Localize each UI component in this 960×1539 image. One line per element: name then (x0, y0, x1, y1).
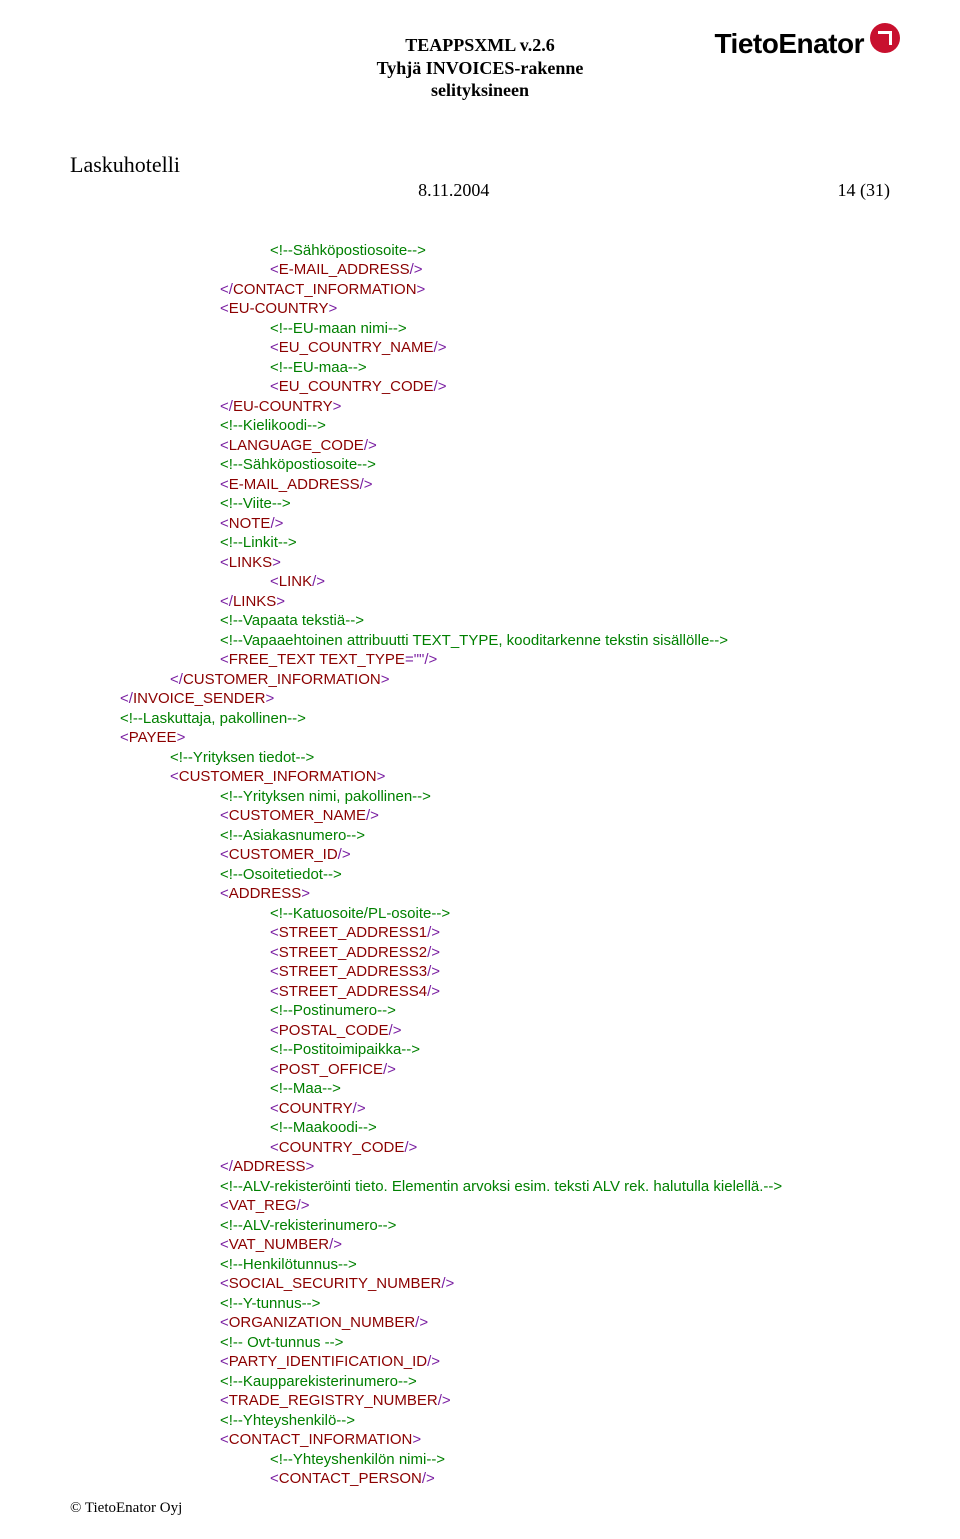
code-line: <COUNTRY_CODE/> (70, 1138, 890, 1158)
meta-date: 8.11.2004 (418, 180, 489, 201)
code-line: <STREET_ADDRESS3/> (70, 962, 890, 982)
code-line: <EU_COUNTRY_CODE/> (70, 377, 890, 397)
code-line: <!--Y-tunnus--> (70, 1294, 890, 1314)
code-line: <CUSTOMER_NAME/> (70, 806, 890, 826)
code-line: <LINK/> (70, 572, 890, 592)
code-line: <PAYEE> (70, 728, 890, 748)
code-line: <ORGANIZATION_NUMBER/> (70, 1313, 890, 1333)
code-line: <COUNTRY/> (70, 1099, 890, 1119)
code-line: <!--Postitoimipaikka--> (70, 1040, 890, 1060)
code-line: <PARTY_IDENTIFICATION_ID/> (70, 1352, 890, 1372)
code-line: <!--Sähköpostiosoite--> (70, 455, 890, 475)
code-line: <SOCIAL_SECURITY_NUMBER/> (70, 1274, 890, 1294)
xml-code-block: <!--Sähköpostiosoite--><E-MAIL_ADDRESS/>… (70, 241, 890, 1489)
code-line: <!--Viite--> (70, 494, 890, 514)
code-line: </EU-COUNTRY> (70, 397, 890, 417)
document-page: TEAPPSXML v.2.6 Tyhjä INVOICES-rakenne s… (0, 0, 960, 1539)
code-line: <!--ALV-rekisteröinti tieto. Elementin a… (70, 1177, 890, 1197)
code-line: <STREET_ADDRESS4/> (70, 982, 890, 1002)
code-line: <TRADE_REGISTRY_NUMBER/> (70, 1391, 890, 1411)
code-line: <VAT_REG/> (70, 1196, 890, 1216)
footer-copyright: © TietoEnator Oyj (70, 1500, 182, 1517)
code-line: </LINKS> (70, 592, 890, 612)
meta-row: 8.11.2004 14 (31) (70, 180, 890, 201)
code-line: <CONTACT_PERSON/> (70, 1469, 890, 1489)
code-line: <!--Maa--> (70, 1079, 890, 1099)
code-line: </CUSTOMER_INFORMATION> (70, 670, 890, 690)
code-line: <EU_COUNTRY_NAME/> (70, 338, 890, 358)
code-line: <!--Vapaata tekstiä--> (70, 611, 890, 631)
code-line: <E-MAIL_ADDRESS/> (70, 260, 890, 280)
code-line: <!--Kaupparekisterinumero--> (70, 1372, 890, 1392)
code-line: <STREET_ADDRESS2/> (70, 943, 890, 963)
code-line: <!--Osoitetiedot--> (70, 865, 890, 885)
code-line: <POSTAL_CODE/> (70, 1021, 890, 1041)
code-line: <!--Vapaaehtoinen attribuutti TEXT_TYPE,… (70, 631, 890, 651)
code-line: <!--Postinumero--> (70, 1001, 890, 1021)
code-line: <E-MAIL_ADDRESS/> (70, 475, 890, 495)
code-line: <NOTE/> (70, 514, 890, 534)
code-line: <STREET_ADDRESS1/> (70, 923, 890, 943)
code-line: <!--Maakoodi--> (70, 1118, 890, 1138)
code-line: <!--Sähköpostiosoite--> (70, 241, 890, 261)
code-line: <!--Yhteyshenkilö--> (70, 1411, 890, 1431)
code-line: <!--Yrityksen tiedot--> (70, 748, 890, 768)
code-line: <VAT_NUMBER/> (70, 1235, 890, 1255)
header-line-3: selityksineen (70, 79, 890, 102)
sub-title: Laskuhotelli (70, 152, 890, 178)
code-line: <CUSTOMER_INFORMATION> (70, 767, 890, 787)
code-line: </INVOICE_SENDER> (70, 689, 890, 709)
brand-logo-icon (870, 23, 900, 53)
code-line: <!--Henkilötunnus--> (70, 1255, 890, 1275)
brand-logo-text: TietoEnator (714, 28, 864, 60)
meta-page: 14 (31) (838, 180, 891, 201)
code-line: <LANGUAGE_CODE/> (70, 436, 890, 456)
code-line: <!--EU-maan nimi--> (70, 319, 890, 339)
code-line: <!--ALV-rekisterinumero--> (70, 1216, 890, 1236)
code-line: <FREE_TEXT TEXT_TYPE=""/> (70, 650, 890, 670)
code-line: <ADDRESS> (70, 884, 890, 904)
brand-logo: TietoEnator (714, 28, 900, 60)
code-line: <!--EU-maa--> (70, 358, 890, 378)
code-line: <!--Linkit--> (70, 533, 890, 553)
code-line: <!--Kielikoodi--> (70, 416, 890, 436)
code-line: <POST_OFFICE/> (70, 1060, 890, 1080)
code-line: </CONTACT_INFORMATION> (70, 280, 890, 300)
code-line: <CONTACT_INFORMATION> (70, 1430, 890, 1450)
code-line: <!--Katuosoite/PL-osoite--> (70, 904, 890, 924)
code-line: <!--Laskuttaja, pakollinen--> (70, 709, 890, 729)
code-line: <CUSTOMER_ID/> (70, 845, 890, 865)
code-line: <!--Yhteyshenkilön nimi--> (70, 1450, 890, 1470)
code-line: </ADDRESS> (70, 1157, 890, 1177)
code-line: <!-- Ovt-tunnus --> (70, 1333, 890, 1353)
code-line: <!--Yrityksen nimi, pakollinen--> (70, 787, 890, 807)
code-line: <LINKS> (70, 553, 890, 573)
code-line: <!--Asiakasnumero--> (70, 826, 890, 846)
code-line: <EU-COUNTRY> (70, 299, 890, 319)
